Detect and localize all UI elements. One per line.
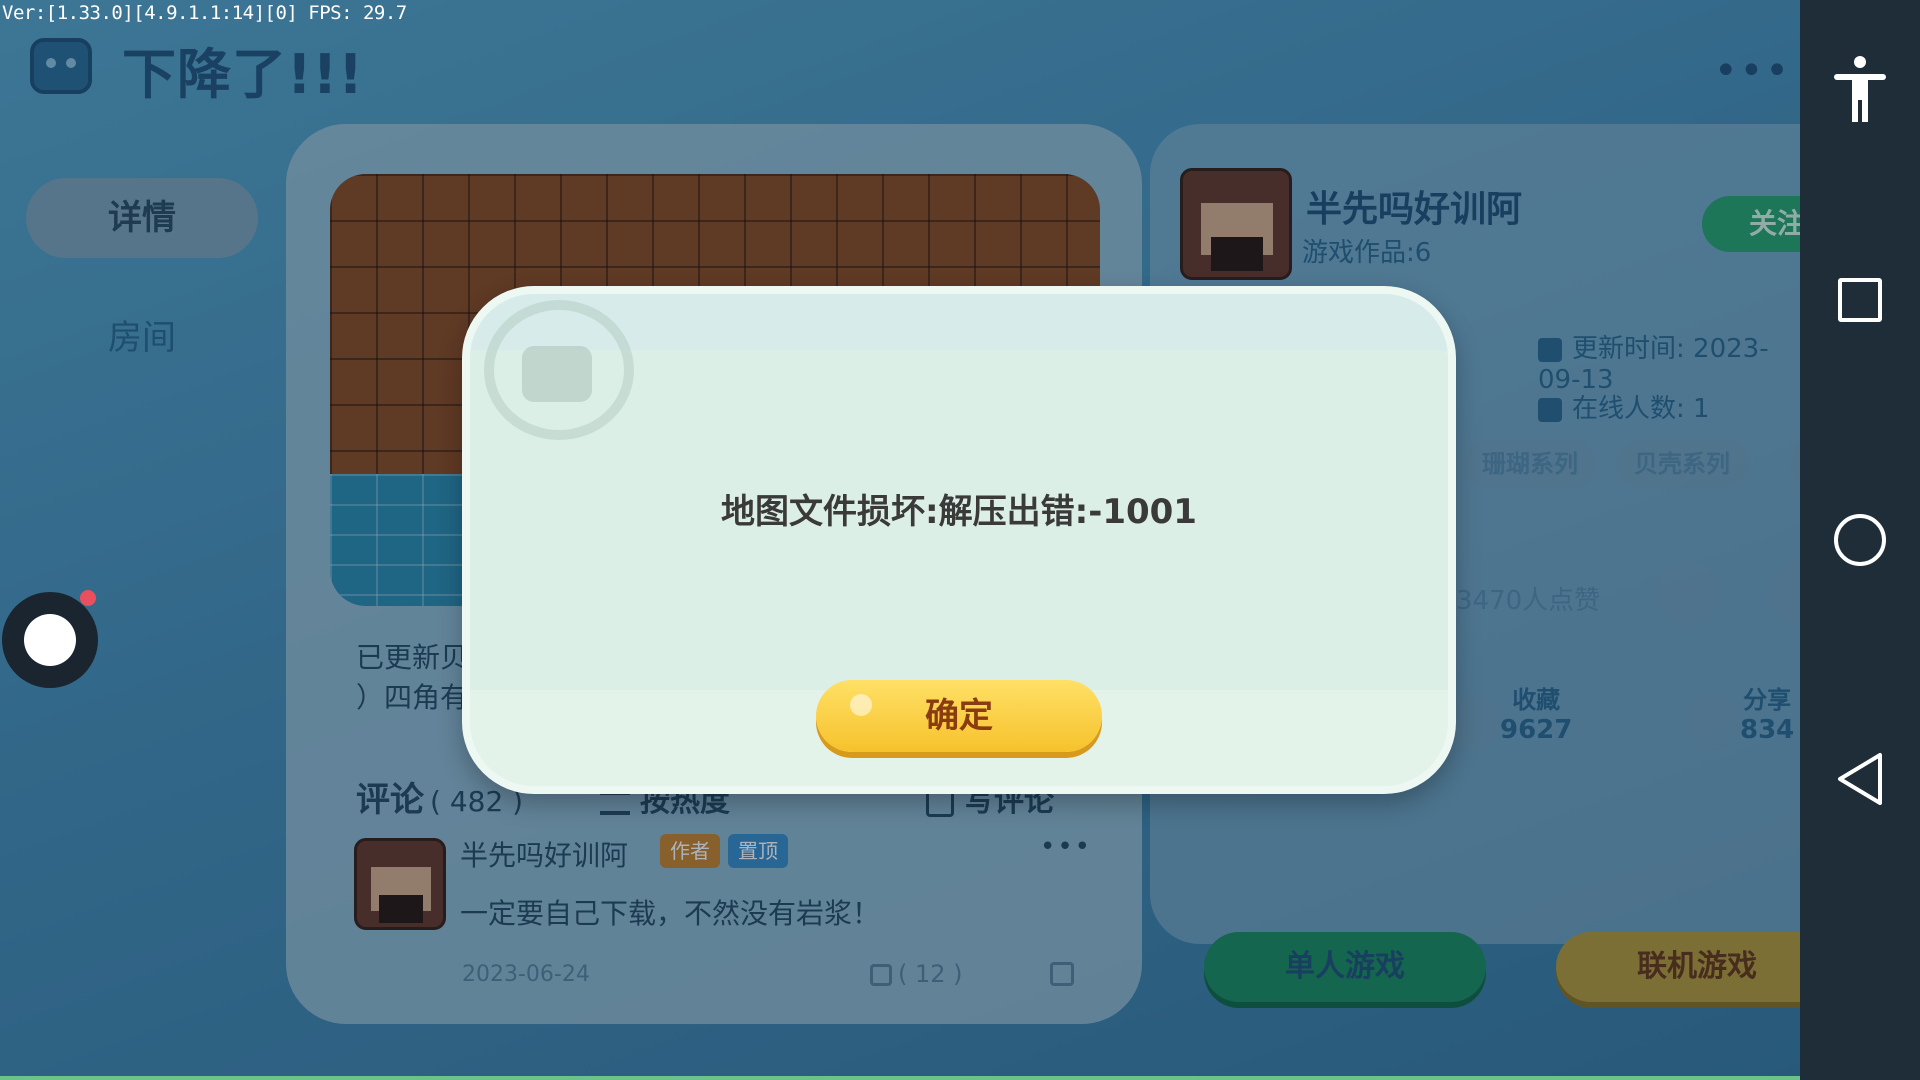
- accessibility-head: [1854, 56, 1866, 68]
- floating-assistant-button[interactable]: [2, 592, 98, 688]
- accessibility-leg: [1862, 98, 1868, 122]
- confirm-label: 确定: [925, 696, 993, 736]
- error-dialog: 地图文件损坏:解压出错:-1001 确定: [462, 286, 1456, 794]
- back-triangle-svg: [1838, 753, 1882, 805]
- game-screen: 下降了!!! ••• ✕ 详情 房间 已更新贝 ）四角有 评论( 482 ) 按…: [0, 0, 1800, 1080]
- confirm-button[interactable]: 确定: [816, 680, 1102, 752]
- button-shine: [850, 694, 872, 716]
- accessibility-leg: [1852, 98, 1858, 122]
- notification-dot: [80, 590, 96, 606]
- home-circle-icon[interactable]: [1834, 514, 1886, 566]
- accessibility-icon[interactable]: [1834, 56, 1886, 122]
- recents-square-icon[interactable]: [1838, 278, 1882, 322]
- accessibility-body: [1852, 74, 1868, 100]
- debug-overlay: Ver:[1.33.0][4.9.1.1:14][0] FPS: 29.7: [2, 2, 407, 24]
- back-triangle-icon[interactable]: [1836, 752, 1884, 806]
- mascot-watermark-icon: [484, 300, 634, 440]
- floating-ball-core: [24, 614, 76, 666]
- bottom-edge-line: [0, 1076, 1800, 1080]
- error-message: 地图文件损坏:解压出错:-1001: [721, 492, 1197, 532]
